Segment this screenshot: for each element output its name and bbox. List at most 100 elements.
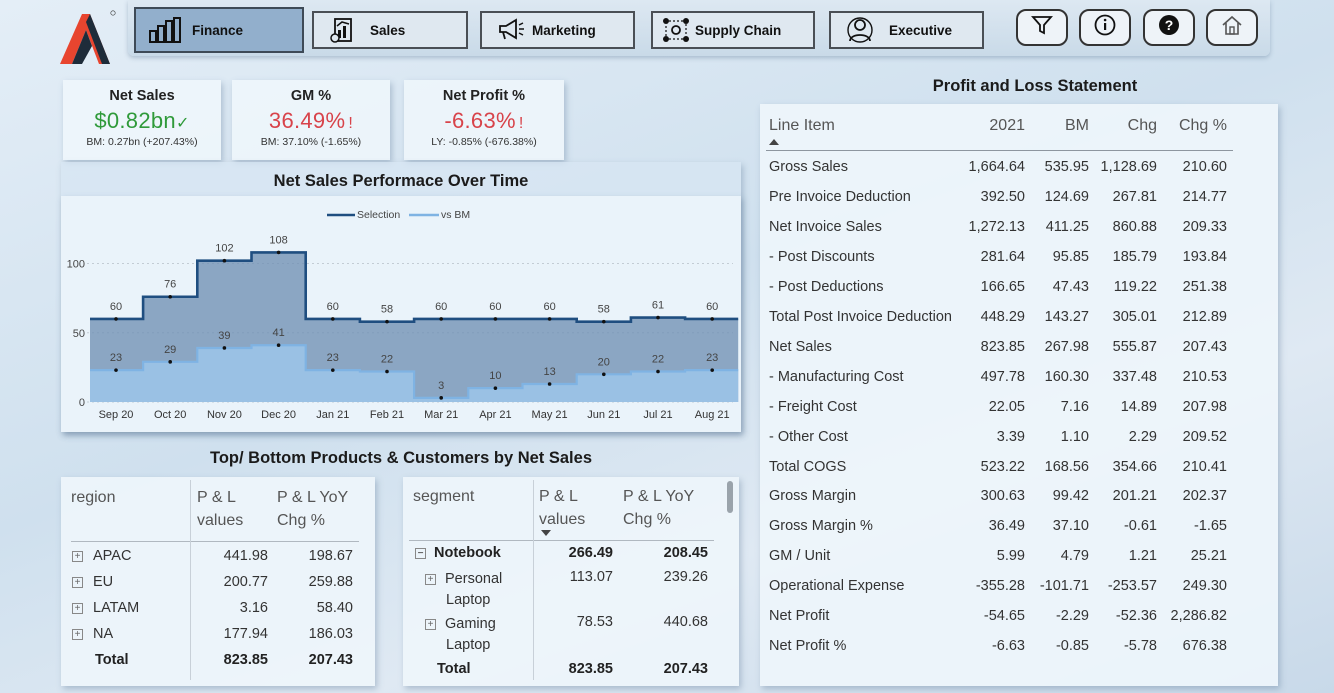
data-point — [276, 343, 281, 348]
legend-label-benchmark: vs BM — [441, 209, 470, 221]
pl-yoy-header[interactable]: P & L YoY Chg % — [623, 485, 703, 531]
pl-value-bm: -2.29 — [1055, 608, 1089, 625]
pl-value-chg-percent: 214.77 — [1182, 188, 1227, 205]
tab-supply-chain[interactable]: Supply Chain — [651, 11, 815, 49]
data-point — [602, 319, 606, 324]
segment-group-row[interactable]: − Notebook — [415, 545, 501, 561]
pl-row[interactable]: Gross Margin % 36.49 37.10 -0.61 -1.65 — [769, 518, 1229, 540]
pl-row[interactable]: GM / Unit 5.99 4.79 1.21 25.21 — [769, 548, 1229, 570]
tab-sales[interactable]: Sales — [312, 11, 468, 49]
info-button[interactable] — [1079, 9, 1131, 46]
year-header[interactable]: 2021 — [989, 117, 1025, 135]
pl-line-item: - Post Discounts — [769, 248, 875, 265]
region-header[interactable]: region — [71, 486, 115, 509]
filter-icon — [1031, 15, 1053, 40]
pl-row[interactable]: Total Post Invoice Deduction 448.29 143.… — [769, 309, 1229, 331]
pl-line-item: Gross Margin — [769, 488, 857, 505]
region-row[interactable]: + APAC — [72, 548, 131, 564]
pl-value-bm: 160.30 — [1044, 368, 1089, 385]
header-divider — [71, 541, 359, 542]
segment-row[interactable]: + Personal Laptop — [425, 569, 502, 611]
x-tick-label: Oct 20 — [154, 409, 186, 421]
pl-value-chg: 119.22 — [1113, 278, 1157, 295]
pl-line-item: Gross Margin % — [769, 518, 873, 535]
pl-row[interactable]: Net Profit % -6.63 -0.85 -5.78 676.38 — [769, 638, 1229, 660]
pl-line-item: Pre Invoice Deduction — [769, 188, 911, 205]
region-row-chg: 259.88 — [308, 574, 353, 590]
home-button[interactable] — [1206, 9, 1258, 46]
y-tick-label: 100 — [67, 259, 85, 271]
region-row[interactable]: + NA — [72, 626, 113, 642]
region-row[interactable]: + EU — [72, 574, 113, 590]
chg-header[interactable]: Chg — [1128, 117, 1157, 135]
pl-values-header[interactable]: P & L values — [539, 485, 599, 531]
pl-value-chg: 337.48 — [1112, 368, 1157, 385]
help-button[interactable]: ? — [1143, 9, 1195, 46]
pl-value-bm: 99.42 — [1052, 488, 1089, 505]
pl-row[interactable]: Pre Invoice Deduction 392.50 124.69 267.… — [769, 189, 1229, 211]
expand-icon[interactable]: + — [425, 574, 436, 585]
pl-line-item: GM / Unit — [769, 548, 831, 565]
pl-value-2021: 1,272.13 — [968, 218, 1025, 235]
tab-label: Marketing — [532, 22, 596, 38]
pl-value-bm: 95.85 — [1052, 248, 1089, 265]
pl-row[interactable]: - Manufacturing Cost 497.78 160.30 337.4… — [769, 369, 1229, 391]
expand-icon[interactable]: + — [72, 629, 83, 640]
tab-label: Finance — [192, 22, 244, 38]
region-row-chg: 186.03 — [308, 626, 353, 642]
expand-icon[interactable]: + — [72, 603, 83, 614]
vertical-scrollbar[interactable] — [727, 481, 733, 513]
pl-row[interactable]: Total COGS 523.22 168.56 354.66 210.41 — [769, 459, 1229, 481]
pl-value-2021: -355.28 — [975, 578, 1025, 595]
pl-row[interactable]: - Post Discounts 281.64 95.85 185.79 193… — [769, 249, 1229, 271]
pl-row[interactable]: Net Invoice Sales 1,272.13 411.25 860.88… — [769, 219, 1229, 241]
data-label: 23 — [110, 352, 122, 364]
pl-value-chg: 267.81 — [1112, 188, 1157, 205]
x-tick-label: Dec 20 — [261, 409, 296, 421]
line-item-header[interactable]: Line Item — [769, 117, 835, 135]
pl-value-chg-percent: 676.38 — [1182, 638, 1227, 655]
data-label: 13 — [543, 366, 555, 378]
pl-yoy-header[interactable]: P & L YoY Chg % — [277, 486, 357, 532]
bm-header[interactable]: BM — [1065, 117, 1089, 135]
pl-values-header[interactable]: P & L values — [197, 486, 257, 532]
pl-row[interactable]: Net Sales 823.85 267.98 555.87 207.43 — [769, 339, 1229, 361]
pl-value-chg: -52.36 — [1115, 608, 1157, 625]
pl-row[interactable]: - Post Deductions 166.65 47.43 119.22 25… — [769, 279, 1229, 301]
expand-icon[interactable]: + — [425, 619, 436, 630]
segment-total-chg: 207.43 — [663, 661, 708, 677]
tab-marketing[interactable]: Marketing — [480, 11, 635, 49]
data-point — [439, 396, 444, 400]
kpi-benchmark: BM: 0.27bn (+207.43%) — [86, 136, 198, 148]
pl-value-chg: 185.79 — [1112, 248, 1157, 265]
pl-row[interactable]: Gross Margin 300.63 99.42 201.21 202.37 — [769, 488, 1229, 510]
data-point — [656, 315, 660, 320]
data-label: 39 — [218, 330, 230, 342]
pl-row[interactable]: Operational Expense -355.28 -101.71 -253… — [769, 578, 1229, 600]
region-row[interactable]: + LATAM — [72, 600, 139, 616]
pl-row[interactable]: - Other Cost 3.39 1.10 2.29 209.52 — [769, 429, 1229, 451]
pl-value-chg: 201.21 — [1112, 488, 1157, 505]
sort-ascending-icon — [769, 139, 779, 145]
segment-header[interactable]: segment — [413, 485, 474, 508]
chg-percent-header[interactable]: Chg % — [1179, 117, 1227, 135]
pl-line-item: - Freight Cost — [769, 398, 857, 415]
tab-finance[interactable]: Finance — [134, 7, 304, 53]
pl-value-chg-percent: 2,286.82 — [1170, 608, 1227, 625]
expand-icon[interactable]: + — [72, 577, 83, 588]
data-point — [656, 369, 660, 374]
segment-total-label: Total — [437, 661, 471, 677]
expand-icon[interactable]: + — [72, 551, 83, 562]
filter-button[interactable] — [1016, 9, 1068, 46]
collapse-icon[interactable]: − — [415, 548, 426, 559]
pl-value-chg-percent: 210.41 — [1182, 458, 1227, 475]
pl-row[interactable]: Gross Sales 1,664.64 535.95 1,128.69 210… — [769, 159, 1229, 181]
segment-row[interactable]: + Gaming Laptop — [425, 614, 496, 656]
data-point — [710, 368, 714, 372]
pl-value-chg: -0.61 — [1123, 518, 1157, 535]
segment-row-value: 113.07 — [569, 569, 613, 585]
pl-row[interactable]: Net Profit -54.65 -2.29 -52.36 2,286.82 — [769, 608, 1229, 630]
pl-row[interactable]: - Freight Cost 22.05 7.16 14.89 207.98 — [769, 399, 1229, 421]
tab-executive[interactable]: Executive — [829, 11, 984, 49]
sales-report-icon — [326, 16, 360, 44]
